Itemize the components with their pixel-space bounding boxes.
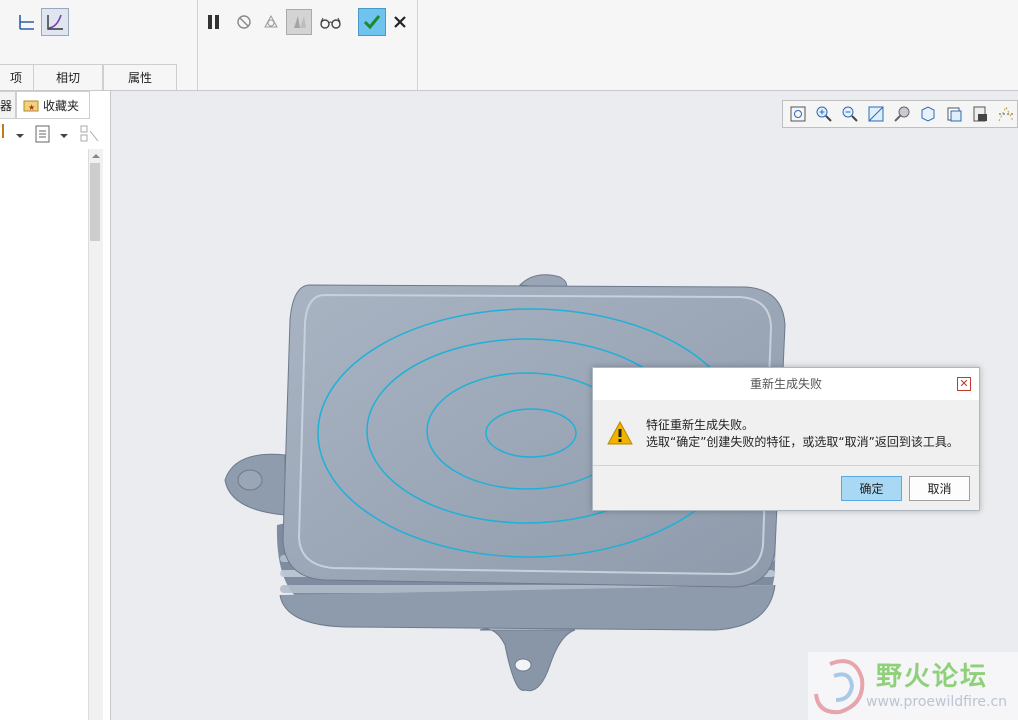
- favorites-folder-icon: ★: [23, 100, 39, 112]
- zoom-out-icon[interactable]: [841, 105, 859, 123]
- preview-icon[interactable]: [259, 10, 283, 34]
- wrench-icon[interactable]: [0, 124, 8, 140]
- scrollbar-thumb[interactable]: [90, 163, 100, 241]
- mounting-hole: [514, 658, 532, 672]
- regen-failed-dialog: 重新生成失败 ✕ 特征重新生成失败。 选取“确定”创建失败的特征，或选取“取消”…: [592, 367, 980, 511]
- cancel-x-icon[interactable]: [388, 10, 412, 34]
- ribbon: 项 相切 属性: [0, 0, 1018, 91]
- line-type-icon[interactable]: [14, 10, 38, 34]
- zoom-in-icon[interactable]: [815, 105, 833, 123]
- tab-favorites[interactable]: ★ 收藏夹: [16, 91, 90, 119]
- svg-text:★: ★: [28, 103, 35, 112]
- tangent-curve-icon[interactable]: [41, 8, 69, 36]
- tab-properties[interactable]: 属性: [103, 64, 177, 90]
- forum-watermark: 野火论坛 www.proewildfire.cn: [808, 652, 1018, 720]
- close-icon[interactable]: ✕: [957, 377, 971, 391]
- datum-display-icon[interactable]: [997, 105, 1015, 123]
- forum-logo-icon: [814, 659, 865, 715]
- pause-icon[interactable]: [202, 10, 226, 34]
- display-style-icon[interactable]: [893, 105, 911, 123]
- stop-icon[interactable]: [232, 10, 256, 34]
- perspective-icon[interactable]: [971, 105, 989, 123]
- dialog-message-line1: 特征重新生成失败。: [646, 418, 755, 432]
- repaint-icon[interactable]: [867, 105, 885, 123]
- graphics-toolbar: [782, 100, 1018, 128]
- cancel-button[interactable]: 取消: [909, 476, 970, 501]
- dropdown-chevron-icon-2[interactable]: [59, 129, 69, 138]
- warning-icon: [607, 421, 633, 445]
- ribbon-group-options: 项 相切 属性: [0, 0, 198, 90]
- verify-icon[interactable]: [286, 9, 312, 35]
- dropdown-chevron-icon[interactable]: [15, 129, 25, 138]
- tab-options[interactable]: 项: [0, 64, 34, 90]
- filter-icon[interactable]: [80, 125, 100, 143]
- dialog-message-line2: 选取“确定”创建失败的特征，或选取“取消”返回到该工具。: [646, 435, 959, 449]
- list-settings-icon[interactable]: [34, 125, 52, 143]
- tab-partial[interactable]: 器: [0, 91, 16, 119]
- tab-tangent[interactable]: 相切: [33, 64, 103, 90]
- dialog-divider: [593, 465, 979, 466]
- saved-views-icon[interactable]: [919, 105, 937, 123]
- glasses-icon[interactable]: [317, 10, 345, 34]
- refit-icon[interactable]: [789, 105, 807, 123]
- dialog-title: 重新生成失败: [593, 368, 979, 400]
- ribbon-group-controls: [197, 0, 418, 90]
- confirm-check-icon[interactable]: [358, 8, 386, 36]
- watermark-url: www.proewildfire.cn: [866, 694, 1008, 710]
- view-manager-icon[interactable]: [945, 105, 963, 123]
- watermark-title: 野火论坛: [876, 662, 989, 692]
- ok-button[interactable]: 确定: [841, 476, 902, 501]
